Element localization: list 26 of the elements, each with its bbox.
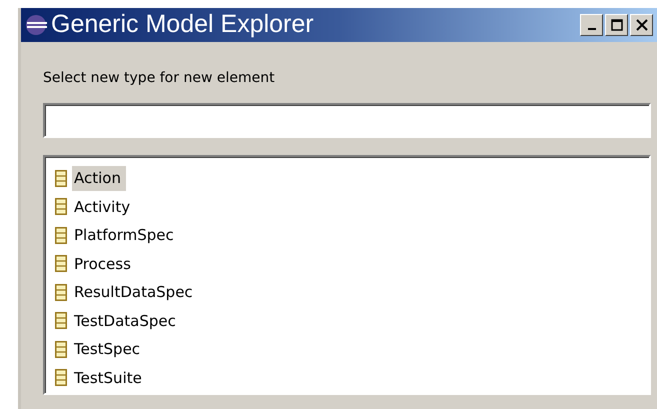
class-icon [55,226,67,244]
prompt-label: Select new type for new element [43,69,275,88]
type-item[interactable]: Action [72,166,126,190]
window-title: Generic Model Explorer [51,9,314,40]
filter-field[interactable] [43,103,651,138]
type-item[interactable]: Process [72,252,136,276]
maximize-button[interactable] [605,14,628,36]
type-item[interactable]: TestSuite [72,366,147,390]
type-item[interactable]: Activity [72,194,136,219]
close-button[interactable] [630,14,653,36]
class-icon [55,312,67,330]
class-icon [55,198,67,216]
class-icon [55,369,67,386]
maximize-icon [610,19,622,31]
app-icon [25,14,47,36]
type-item[interactable]: TestDataSpec [72,308,181,333]
class-icon [55,255,67,272]
minimize-icon [588,28,596,30]
class-icon [55,340,67,358]
class-icon [55,284,67,301]
class-icon [55,170,67,187]
type-item[interactable]: TestSpec [72,337,146,362]
type-item[interactable]: ResultDataSpec [72,280,198,304]
minimize-button[interactable] [580,14,603,36]
close-icon [636,19,648,31]
type-item[interactable]: PlatformSpec [72,223,179,248]
